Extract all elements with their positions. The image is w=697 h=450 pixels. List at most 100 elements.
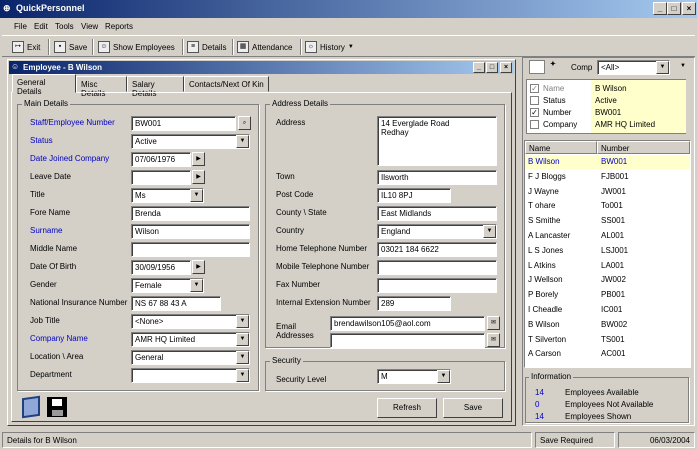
- leave-date-label: Leave Date: [30, 172, 71, 181]
- gender-select[interactable]: Female ▼: [131, 278, 204, 293]
- title-select[interactable]: Ms ▼: [131, 188, 204, 203]
- dob-picker[interactable]: ▶: [192, 260, 205, 274]
- location-select[interactable]: General ▼: [131, 350, 250, 365]
- county-field[interactable]: East Midlands: [377, 206, 497, 221]
- employees-not-available-label: Employees Not Available: [565, 400, 654, 409]
- show-employees-button[interactable]: ☺ Show Employees: [98, 39, 175, 55]
- details-icon: ≡: [187, 41, 199, 53]
- list-item[interactable]: T Silverton TS001: [525, 333, 690, 347]
- save-toolbar-button[interactable]: ▪ Save: [54, 39, 87, 55]
- minimize-button[interactable]: _: [653, 2, 667, 15]
- staff-id-field[interactable]: BW001: [131, 116, 236, 131]
- list-item[interactable]: L S Jones LSJ001: [525, 244, 690, 258]
- list-item[interactable]: S Smithe SS001: [525, 214, 690, 228]
- lookup-button[interactable]: ⌕: [238, 116, 251, 130]
- title-label: Title: [30, 190, 45, 199]
- save-icon: ▪: [54, 41, 66, 53]
- tab-salary-details[interactable]: Salary Details: [127, 76, 184, 98]
- status-checkbox[interactable]: [530, 96, 539, 105]
- refresh-button[interactable]: Refresh: [377, 398, 437, 418]
- department-select[interactable]: ▼: [131, 368, 250, 383]
- tab-misc-details[interactable]: Misc Details: [76, 76, 127, 98]
- surname-label: Surname: [30, 226, 63, 235]
- email-field-2[interactable]: [330, 333, 485, 348]
- email-field-1[interactable]: brendawilson105@aol.com: [330, 316, 485, 331]
- menu-edit[interactable]: Edit: [34, 22, 48, 31]
- column-header-number[interactable]: Number: [597, 141, 690, 154]
- date-joined-field[interactable]: 07/06/1976: [131, 152, 191, 167]
- list-item[interactable]: T ohare To001: [525, 199, 690, 213]
- ext-field[interactable]: 289: [377, 296, 451, 311]
- star-icon[interactable]: ✦: [550, 60, 556, 68]
- list-item[interactable]: A Lancaster AL001: [525, 229, 690, 243]
- comp-select[interactable]: <All> ▼: [597, 60, 670, 75]
- dob-field[interactable]: 30/09/1956: [131, 260, 191, 275]
- address-field[interactable]: 14 Everglade Road Redhay: [377, 116, 497, 166]
- leave-date-picker[interactable]: ▶: [192, 170, 205, 184]
- security-level-select[interactable]: M ▼: [377, 369, 451, 384]
- child-close-button[interactable]: ×: [500, 62, 512, 73]
- child-maximize-button[interactable]: □: [486, 62, 498, 73]
- fax-label: Fax Number: [276, 280, 321, 289]
- close-button[interactable]: ×: [682, 2, 696, 15]
- mail-icon: ✉: [490, 337, 497, 343]
- status-save-required: Save Required: [535, 432, 615, 448]
- tab-general-details[interactable]: General Details: [12, 74, 76, 96]
- date-joined-picker[interactable]: ▶: [192, 152, 205, 166]
- details-button[interactable]: ≡ Details: [187, 39, 226, 55]
- save-button[interactable]: Save: [443, 398, 503, 418]
- history-button[interactable]: ☼ History ▼: [305, 39, 354, 55]
- list-item[interactable]: I Cheadle IC001: [525, 303, 690, 317]
- menu-tools[interactable]: Tools: [55, 22, 74, 31]
- leave-date-field[interactable]: [131, 170, 191, 185]
- door-exit-icon[interactable]: [22, 395, 40, 419]
- ni-field[interactable]: NS 67 88 43 A: [131, 296, 221, 311]
- country-select[interactable]: England ▼: [377, 224, 497, 239]
- job-title-select[interactable]: <None> ▼: [131, 314, 250, 329]
- town-field[interactable]: Ilsworth: [377, 170, 497, 185]
- list-item[interactable]: A Carson AC001: [525, 347, 690, 361]
- maximize-button[interactable]: □: [667, 2, 681, 15]
- column-header-name[interactable]: Name: [525, 141, 597, 154]
- attendance-button[interactable]: ▦ Attendance: [237, 39, 292, 55]
- fore-name-field[interactable]: Brenda: [131, 206, 250, 221]
- mobile-label: Mobile Telephone Number: [276, 262, 370, 271]
- fax-field[interactable]: [377, 278, 497, 293]
- chevron-down-icon[interactable]: ▼: [680, 63, 686, 69]
- staff-id-label: Staff/Employee Number: [30, 118, 115, 127]
- child-minimize-button[interactable]: _: [473, 62, 485, 73]
- list-item[interactable]: J Wayne JW001: [525, 185, 690, 199]
- menu-view[interactable]: View: [81, 22, 98, 31]
- surname-field[interactable]: Wilson: [131, 224, 250, 239]
- list-item-number: JW001: [601, 186, 626, 196]
- history-icon: ☼: [305, 41, 317, 53]
- list-item[interactable]: J Wellson JW002: [525, 273, 690, 287]
- email-send-button-1[interactable]: ✉: [487, 316, 500, 330]
- name-checkbox[interactable]: ✓: [530, 84, 539, 93]
- number-checkbox[interactable]: ✓: [530, 108, 539, 117]
- status-select[interactable]: Active ▼: [131, 134, 250, 149]
- menu-file[interactable]: File: [14, 22, 27, 31]
- card-icon[interactable]: [529, 60, 545, 74]
- home-tel-field[interactable]: 03021 184 6622: [377, 242, 497, 257]
- town-label: Town: [276, 172, 295, 181]
- floppy-save-icon[interactable]: [47, 397, 67, 417]
- status-bar: Details for B Wilson Save Required 06/03…: [0, 430, 697, 450]
- company-select[interactable]: AMR HQ Limited ▼: [131, 332, 250, 347]
- list-item[interactable]: B Wilson BW002: [525, 318, 690, 332]
- list-item[interactable]: B Wilson BW001: [525, 155, 690, 169]
- company-label: Company Name: [30, 334, 88, 343]
- tab-contacts[interactable]: Contacts/Next Of Kin: [184, 76, 269, 92]
- list-item[interactable]: F J Bloggs FJB001: [525, 170, 690, 184]
- mobile-field[interactable]: [377, 260, 497, 275]
- list-item[interactable]: P Borely PB001: [525, 288, 690, 302]
- postcode-label: Post Code: [276, 190, 314, 199]
- email-send-button-2[interactable]: ✉: [487, 333, 500, 347]
- company-checkbox[interactable]: [530, 120, 539, 129]
- list-item[interactable]: L Atkins LA001: [525, 259, 690, 273]
- employee-icon: ☺: [11, 62, 20, 71]
- postcode-field[interactable]: IL10 8PJ: [377, 188, 451, 203]
- exit-button[interactable]: ↦ Exit: [12, 39, 40, 55]
- menu-reports[interactable]: Reports: [105, 22, 133, 31]
- middle-name-field[interactable]: [131, 242, 250, 257]
